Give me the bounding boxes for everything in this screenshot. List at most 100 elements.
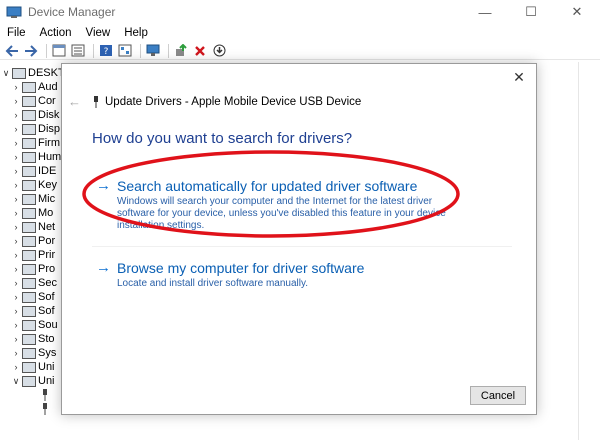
- tree-item[interactable]: › Sou: [10, 318, 58, 332]
- chevron-right-icon[interactable]: ›: [10, 320, 22, 330]
- toolbar-separator: [168, 43, 169, 58]
- chevron-right-icon[interactable]: ›: [10, 208, 22, 218]
- chevron-right-icon[interactable]: ›: [10, 82, 22, 92]
- device-icon: [22, 235, 36, 247]
- help-icon[interactable]: ?: [98, 44, 114, 58]
- tree-item[interactable]: › Aud: [10, 80, 58, 94]
- tree-item[interactable]: › IDE: [10, 164, 57, 178]
- dialog-header: Update Drivers - Apple Mobile Device USB…: [105, 96, 362, 108]
- tree-item[interactable]: › Net: [10, 220, 56, 234]
- chevron-right-icon[interactable]: ›: [10, 110, 22, 120]
- chevron-right-icon[interactable]: ›: [10, 152, 22, 162]
- tree-item-label: Cor: [38, 95, 56, 107]
- tree-item-label: Pro: [38, 263, 56, 275]
- tree-item[interactable]: › Pro: [10, 262, 56, 276]
- maximize-button[interactable]: ☐: [508, 0, 554, 24]
- svg-text:?: ?: [104, 47, 109, 57]
- chevron-right-icon[interactable]: ›: [10, 96, 22, 106]
- menu-bar: File Action View Help: [0, 24, 600, 42]
- usb-device-row[interactable]: [42, 388, 48, 402]
- device-icon: [22, 137, 36, 149]
- chevron-right-icon[interactable]: ›: [10, 166, 22, 176]
- forward-arrow-icon[interactable]: [23, 44, 39, 58]
- monitor-icon[interactable]: [145, 44, 161, 58]
- right-panel-edge: [578, 62, 600, 440]
- device-icon: [22, 305, 36, 317]
- chevron-right-icon[interactable]: ›: [10, 194, 22, 204]
- tree-item[interactable]: ∨ Uni: [10, 374, 55, 388]
- device-icon: [22, 165, 36, 177]
- download-icon[interactable]: [211, 44, 227, 58]
- tree-item-label: Sou: [38, 319, 58, 331]
- menu-help[interactable]: Help: [117, 27, 155, 39]
- tree-item-label: Net: [38, 221, 56, 233]
- chevron-right-icon[interactable]: ›: [10, 124, 22, 134]
- tree-item-label: IDE: [38, 165, 57, 177]
- tree-item[interactable]: › Firm: [10, 136, 61, 150]
- uninstall-icon[interactable]: [192, 44, 208, 58]
- tree-item[interactable]: › Sof: [10, 290, 55, 304]
- option-title[interactable]: Browse my computer for driver software: [117, 260, 364, 276]
- browse-computer-option[interactable]: → Browse my computer for driver software…: [92, 246, 512, 306]
- chevron-down-icon[interactable]: ∨: [0, 68, 12, 79]
- tree-item-label: Por: [38, 235, 56, 247]
- close-button[interactable]: ✕: [554, 0, 600, 24]
- chevron-right-icon[interactable]: ›: [10, 334, 22, 344]
- usb-plug-icon: [43, 389, 47, 401]
- menu-action[interactable]: Action: [33, 27, 79, 39]
- tree-item[interactable]: › Disp: [10, 122, 61, 136]
- tree-item[interactable]: › Sec: [10, 276, 57, 290]
- chevron-right-icon[interactable]: ›: [10, 236, 22, 246]
- chevron-right-icon[interactable]: ›: [10, 138, 22, 148]
- device-icon: [22, 249, 36, 261]
- tree-item[interactable]: › Mic: [10, 192, 56, 206]
- back-arrow-icon[interactable]: [4, 44, 20, 58]
- chevron-down-icon[interactable]: ∨: [10, 376, 22, 387]
- chevron-right-icon[interactable]: ›: [10, 292, 22, 302]
- red-annotation-ellipse: [82, 150, 460, 238]
- dialog-close-button[interactable]: ✕: [512, 70, 526, 84]
- chevron-right-icon[interactable]: ›: [10, 348, 22, 358]
- chevron-right-icon[interactable]: ›: [10, 264, 22, 274]
- tree-item[interactable]: › Sto: [10, 332, 55, 346]
- tree-item[interactable]: › Uni: [10, 360, 55, 374]
- device-icon: [22, 319, 36, 331]
- chevron-right-icon[interactable]: ›: [10, 306, 22, 316]
- usb-device-row[interactable]: [42, 402, 48, 416]
- dialog-back-button[interactable]: ←: [68, 94, 81, 109]
- chevron-right-icon[interactable]: ›: [10, 278, 22, 288]
- tree-item[interactable]: › Key: [10, 178, 57, 192]
- tree-item[interactable]: › Disk: [10, 108, 60, 122]
- title-bar: Device Manager — ☐ ✕: [0, 0, 600, 24]
- toolbar-separator: [93, 43, 94, 58]
- minimize-button[interactable]: —: [462, 0, 508, 24]
- device-icon: [22, 277, 36, 289]
- menu-file[interactable]: File: [0, 27, 33, 39]
- chevron-right-icon[interactable]: ›: [10, 362, 22, 372]
- list-icon[interactable]: [70, 44, 86, 58]
- tree-item[interactable]: › Prir: [10, 248, 56, 262]
- device-icon: [22, 81, 36, 93]
- chevron-right-icon[interactable]: ›: [10, 250, 22, 260]
- cancel-button[interactable]: Cancel: [470, 386, 526, 405]
- window-controls: — ☐ ✕: [462, 0, 600, 24]
- details-icon[interactable]: [117, 44, 133, 58]
- chevron-right-icon[interactable]: ›: [10, 222, 22, 232]
- properties-icon[interactable]: [51, 44, 67, 58]
- tree-item[interactable]: › Por: [10, 234, 56, 248]
- tree-item[interactable]: › Sys: [10, 346, 57, 360]
- tree-item[interactable]: › Sof: [10, 304, 55, 318]
- chevron-right-icon[interactable]: ›: [10, 180, 22, 190]
- tree-item-label: Sec: [38, 277, 57, 289]
- update-driver-icon[interactable]: [173, 44, 189, 58]
- tree-item[interactable]: › Mo: [10, 206, 54, 220]
- tree-item-label: Firm: [38, 137, 60, 149]
- device-icon: [22, 193, 36, 205]
- menu-view[interactable]: View: [79, 27, 118, 39]
- tree-item-label: Sof: [38, 305, 55, 317]
- tree-item-label: Sto: [38, 333, 55, 345]
- update-drivers-dialog: ✕ ← Update Drivers - Apple Mobile Device…: [61, 63, 537, 415]
- tree-item[interactable]: › Hum: [10, 150, 62, 164]
- tree-item[interactable]: › Cor: [10, 94, 56, 108]
- device-tree: ∨ DESKTO › Aud › Cor › Disk › Disp › Firm › Hu…: [0, 62, 73, 440]
